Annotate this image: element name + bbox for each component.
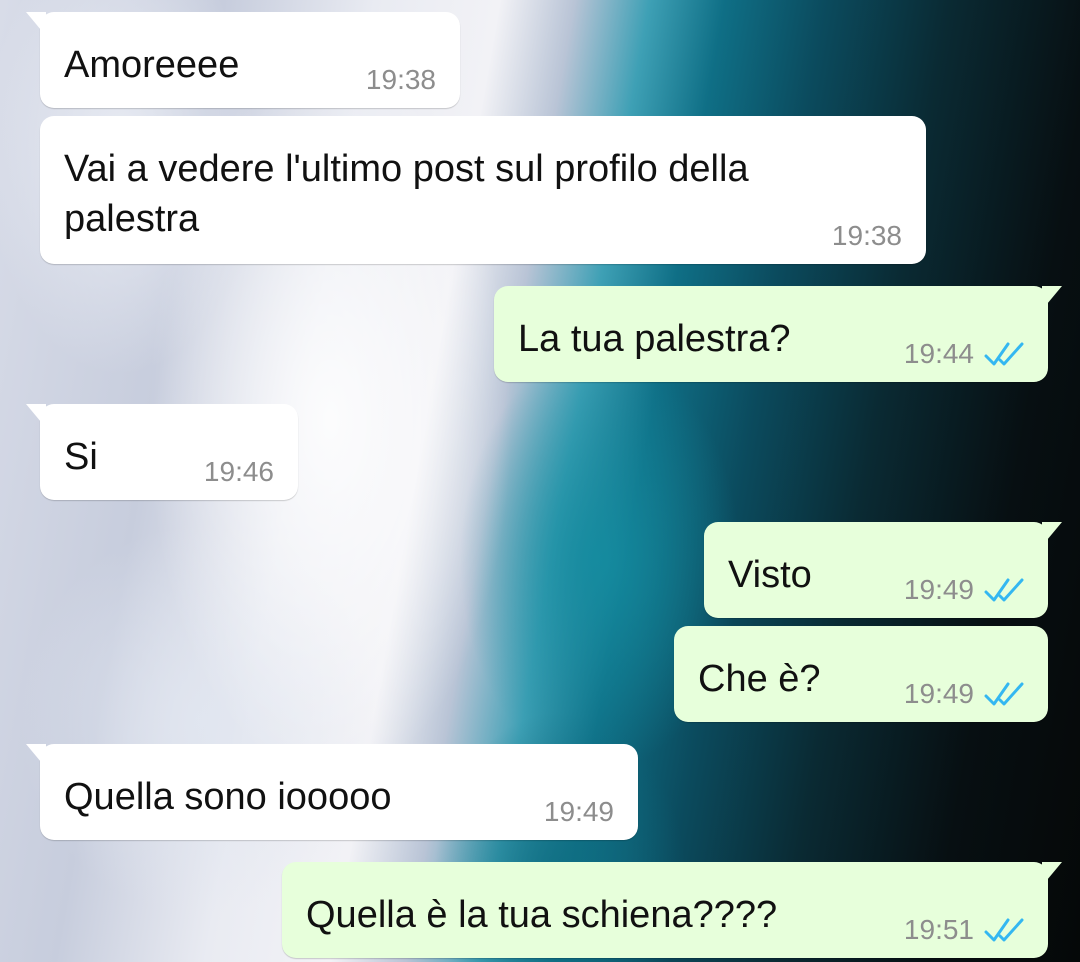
bubble-tail bbox=[1042, 522, 1062, 546]
message-time: 19:44 bbox=[903, 338, 974, 369]
message-time: 19:46 bbox=[203, 456, 274, 487]
message-meta: 19:38 bbox=[832, 220, 902, 252]
outgoing-message-bubble[interactable]: Visto 19:49 bbox=[704, 522, 1062, 618]
bubble-tail bbox=[1042, 286, 1062, 310]
message-text: Quella è la tua schiena???? bbox=[306, 894, 778, 936]
read-ticks-icon bbox=[984, 682, 1024, 706]
message-time: 19:49 bbox=[543, 796, 614, 827]
incoming-message-bubble[interactable]: Vai a vedere l'ultimo post sul profilo d… bbox=[40, 116, 926, 264]
read-ticks-icon bbox=[984, 342, 1024, 366]
bubble-tail bbox=[26, 12, 46, 36]
message-text: Amoreeee bbox=[64, 44, 240, 86]
bubble-tail bbox=[26, 744, 46, 768]
message-text: Quella sono iooooo bbox=[64, 776, 392, 818]
message-time: 19:49 bbox=[903, 678, 974, 709]
message-meta: 19:51 bbox=[904, 914, 1026, 946]
message-time: 19:49 bbox=[903, 574, 974, 605]
bubble-tail bbox=[1042, 862, 1062, 886]
message-text: Si bbox=[64, 436, 98, 478]
bubble-tail bbox=[26, 404, 46, 428]
message-meta: 19:49 bbox=[904, 574, 1026, 606]
message-time: 19:38 bbox=[831, 220, 902, 251]
read-ticks-icon bbox=[984, 578, 1024, 602]
message-meta: 19:46 bbox=[204, 456, 274, 488]
outgoing-message-bubble[interactable]: La tua palestra? 19:44 bbox=[494, 286, 1062, 382]
message-meta: 19:38 bbox=[366, 64, 436, 96]
outgoing-message-bubble[interactable]: Che è? 19:49 bbox=[674, 626, 1048, 722]
message-text: Vai a vedere l'ultimo post sul profilo d… bbox=[64, 148, 749, 240]
message-text: Visto bbox=[728, 554, 812, 596]
incoming-message-bubble[interactable]: Si 19:46 bbox=[26, 404, 298, 500]
message-time: 19:38 bbox=[365, 64, 436, 95]
outgoing-message-bubble[interactable]: Quella è la tua schiena???? 19:51 bbox=[282, 862, 1062, 958]
message-meta: 19:49 bbox=[544, 796, 614, 828]
read-ticks-icon bbox=[984, 918, 1024, 942]
message-time: 19:51 bbox=[903, 914, 974, 945]
message-meta: 19:44 bbox=[904, 338, 1026, 370]
incoming-message-bubble[interactable]: Quella sono iooooo 19:49 bbox=[26, 744, 638, 840]
message-meta: 19:49 bbox=[904, 678, 1026, 710]
incoming-message-bubble[interactable]: Amoreeee 19:38 bbox=[26, 12, 460, 108]
message-text: La tua palestra? bbox=[518, 318, 791, 360]
message-text: Che è? bbox=[698, 658, 821, 700]
